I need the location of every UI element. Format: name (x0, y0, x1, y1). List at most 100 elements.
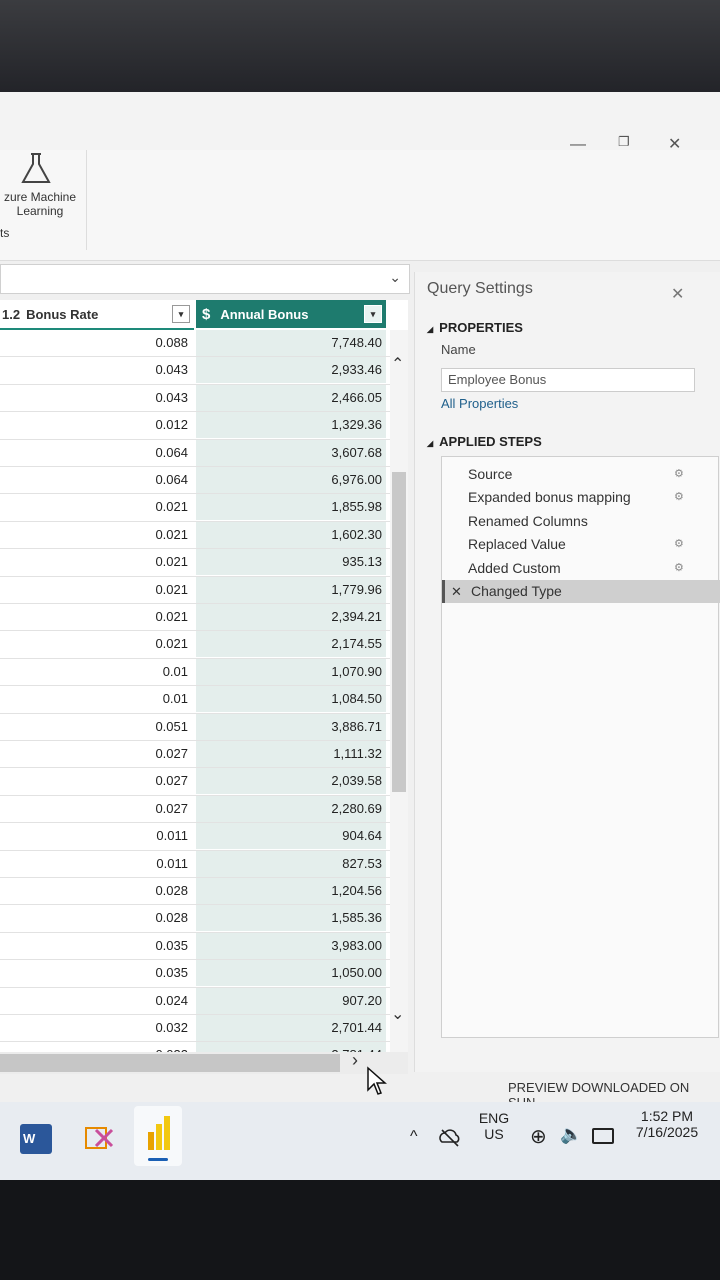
table-row[interactable]: 0.011 827.53 (0, 850, 408, 878)
decimal-type-icon[interactable]: 1.2 (2, 307, 20, 322)
snipping-tool-icon[interactable] (82, 1120, 116, 1154)
annual-bonus-cell[interactable]: 3,886.71 (196, 713, 386, 740)
column-header-annual-bonus[interactable]: $ Annual Bonus ▾ (196, 300, 386, 328)
bonus-rate-cell[interactable]: 0.043 (0, 385, 188, 411)
query-name-input[interactable]: Employee Bonus (441, 368, 695, 392)
annual-bonus-cell[interactable]: 935.13 (196, 549, 386, 576)
annual-bonus-cell[interactable]: 2,394.21 (196, 604, 386, 630)
battery-icon[interactable] (592, 1128, 614, 1144)
table-row[interactable]: 0.01 1,084.50 (0, 686, 408, 714)
annual-bonus-cell[interactable]: 2,933.46 (196, 357, 386, 384)
column-filter-dropdown[interactable]: ▾ (364, 305, 382, 323)
applied-steps-heading[interactable]: ◢ APPLIED STEPS (427, 434, 542, 449)
clock[interactable]: 1:52 PM 7/16/2025 (624, 1108, 710, 1140)
bonus-rate-cell[interactable]: 0.021 (0, 604, 188, 630)
table-row[interactable]: 0.028 1,585.36 (0, 905, 408, 933)
table-row[interactable]: 0.088 7,748.40 (0, 330, 408, 358)
scroll-down-icon[interactable]: ⌄ (391, 1004, 404, 1024)
delete-step-icon[interactable]: ✕ (451, 580, 462, 603)
bonus-rate-cell[interactable]: 0.027 (0, 768, 188, 794)
bonus-rate-cell[interactable]: 0.028 (0, 905, 188, 931)
annual-bonus-cell[interactable]: 1,204.56 (196, 878, 386, 904)
volume-icon[interactable]: 🔈 (560, 1124, 582, 1145)
vertical-scroll-thumb[interactable] (392, 472, 406, 792)
all-properties-link[interactable]: All Properties (441, 396, 518, 411)
table-row[interactable]: 0.021 1,779.96 (0, 576, 408, 604)
column-header-bonus-rate[interactable]: 1.2 Bonus Rate ▾ (0, 300, 194, 330)
table-row[interactable]: 0.035 3,983.00 (0, 932, 408, 961)
table-row[interactable]: 0.028 1,204.56 (0, 878, 408, 906)
bonus-rate-cell[interactable]: 0.011 (0, 823, 188, 849)
table-row[interactable]: 0.043 2,933.46 (0, 357, 408, 385)
word-app-icon[interactable]: W (20, 1124, 52, 1154)
bonus-rate-cell[interactable]: 0.021 (0, 522, 188, 548)
annual-bonus-cell[interactable]: 3,607.68 (196, 439, 386, 466)
annual-bonus-cell[interactable]: 7,748.40 (196, 330, 386, 356)
annual-bonus-cell[interactable]: 1,602.30 (196, 521, 386, 548)
table-row[interactable]: 0.051 3,886.71 (0, 713, 408, 741)
table-row[interactable]: 0.012 1,329.36 (0, 412, 408, 440)
table-row[interactable]: 0.024 907.20 (0, 987, 408, 1015)
annual-bonus-cell[interactable]: 1,084.50 (196, 686, 386, 713)
annual-bonus-cell[interactable]: 827.53 (196, 850, 386, 877)
applied-step[interactable]: Renamed Columns (442, 510, 720, 533)
annual-bonus-cell[interactable]: 2,174.55 (196, 631, 386, 658)
applied-step[interactable]: Replaced Value ⚙ (442, 533, 720, 556)
annual-bonus-cell[interactable]: 1,111.32 (196, 741, 386, 767)
table-row[interactable]: 0.064 3,607.68 (0, 439, 408, 467)
formula-bar[interactable]: ⌄ (0, 264, 410, 294)
applied-step[interactable]: Source ⚙ (442, 463, 720, 486)
annual-bonus-cell[interactable]: 2,280.69 (196, 795, 386, 822)
scroll-right-icon[interactable]: › (352, 1050, 358, 1071)
annual-bonus-cell[interactable]: 1,855.98 (196, 494, 386, 521)
horizontal-scroll-thumb[interactable] (0, 1054, 340, 1072)
applied-step[interactable]: ✕ Changed Type (442, 580, 720, 603)
chevron-down-icon[interactable]: ⌄ (389, 269, 401, 286)
chevron-up-icon[interactable]: ^ (410, 1128, 418, 1146)
table-row[interactable]: 0.011 904.64 (0, 823, 408, 851)
table-row[interactable]: 0.027 2,280.69 (0, 795, 408, 824)
globe-network-icon[interactable]: ⊕ (530, 1124, 547, 1149)
table-row[interactable]: 0.021 935.13 (0, 549, 408, 577)
bonus-rate-cell[interactable]: 0.088 (0, 330, 188, 356)
annual-bonus-cell[interactable]: 2,701.44 (196, 1015, 386, 1041)
scroll-up-icon[interactable]: ⌃ (391, 354, 404, 374)
table-row[interactable]: 0.027 1,111.32 (0, 741, 408, 769)
bonus-rate-cell[interactable]: 0.043 (0, 357, 188, 383)
annual-bonus-cell[interactable]: 904.64 (196, 823, 386, 850)
language-indicator[interactable]: ENG US (474, 1110, 514, 1142)
bonus-rate-cell[interactable]: 0.021 (0, 631, 188, 657)
table-row[interactable]: 0.035 1,050.00 (0, 960, 408, 988)
applied-step[interactable]: Expanded bonus mapping ⚙ (442, 486, 720, 509)
table-row[interactable]: 0.01 1,070.90 (0, 658, 408, 687)
close-pane-icon[interactable]: ✕ (671, 284, 684, 304)
bonus-rate-cell[interactable]: 0.051 (0, 714, 188, 740)
cloud-offline-icon[interactable] (438, 1126, 462, 1148)
bonus-rate-cell[interactable]: 0.01 (0, 659, 188, 685)
annual-bonus-cell[interactable]: 1,050.00 (196, 960, 386, 987)
step-settings-gear-icon[interactable]: ⚙ (674, 557, 684, 580)
column-filter-dropdown[interactable]: ▾ (172, 305, 190, 323)
table-row[interactable]: 0.021 1,855.98 (0, 494, 408, 522)
table-row[interactable]: 0.032 2,701.44 (0, 1015, 408, 1043)
bonus-rate-cell[interactable]: 0.032 (0, 1015, 188, 1041)
step-settings-gear-icon[interactable]: ⚙ (674, 533, 684, 556)
bonus-rate-cell[interactable]: 0.021 (0, 577, 188, 603)
annual-bonus-cell[interactable]: 1,070.90 (196, 658, 386, 685)
step-settings-gear-icon[interactable]: ⚙ (674, 486, 684, 509)
bonus-rate-cell[interactable]: 0.01 (0, 686, 188, 712)
bonus-rate-cell[interactable]: 0.021 (0, 549, 188, 575)
bonus-rate-cell[interactable]: 0.021 (0, 494, 188, 520)
annual-bonus-cell[interactable]: 6,976.00 (196, 467, 386, 493)
annual-bonus-cell[interactable]: 2,039.58 (196, 768, 386, 795)
bonus-rate-cell[interactable]: 0.027 (0, 741, 188, 767)
applied-step[interactable]: Added Custom ⚙ (442, 557, 720, 580)
currency-type-icon[interactable]: $ (202, 306, 210, 323)
bonus-rate-cell[interactable]: 0.028 (0, 878, 188, 904)
powerbi-app-button[interactable] (134, 1106, 182, 1166)
bonus-rate-cell[interactable]: 0.064 (0, 467, 188, 493)
annual-bonus-cell[interactable]: 1,585.36 (196, 905, 386, 932)
bonus-rate-cell[interactable]: 0.011 (0, 851, 188, 877)
table-row[interactable]: 0.021 2,394.21 (0, 604, 408, 632)
bonus-rate-cell[interactable]: 0.035 (0, 933, 188, 959)
